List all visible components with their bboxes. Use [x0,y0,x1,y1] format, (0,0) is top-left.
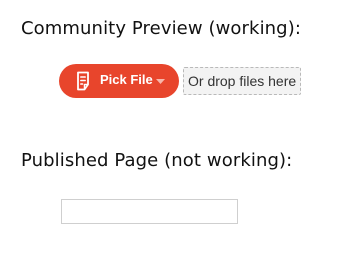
published-page-heading: Published Page (not working): [21,150,293,171]
community-preview-heading: Community Preview (working): [21,18,301,39]
empty-widget-frame [61,199,238,224]
drop-files-zone[interactable]: Or drop files here [183,67,301,95]
pick-file-label: Pick File [100,72,153,87]
drop-files-label: Or drop files here [188,73,297,89]
file-icon [77,71,89,91]
pick-file-button[interactable]: Pick File [59,64,179,98]
chevron-down-icon[interactable] [156,79,165,84]
